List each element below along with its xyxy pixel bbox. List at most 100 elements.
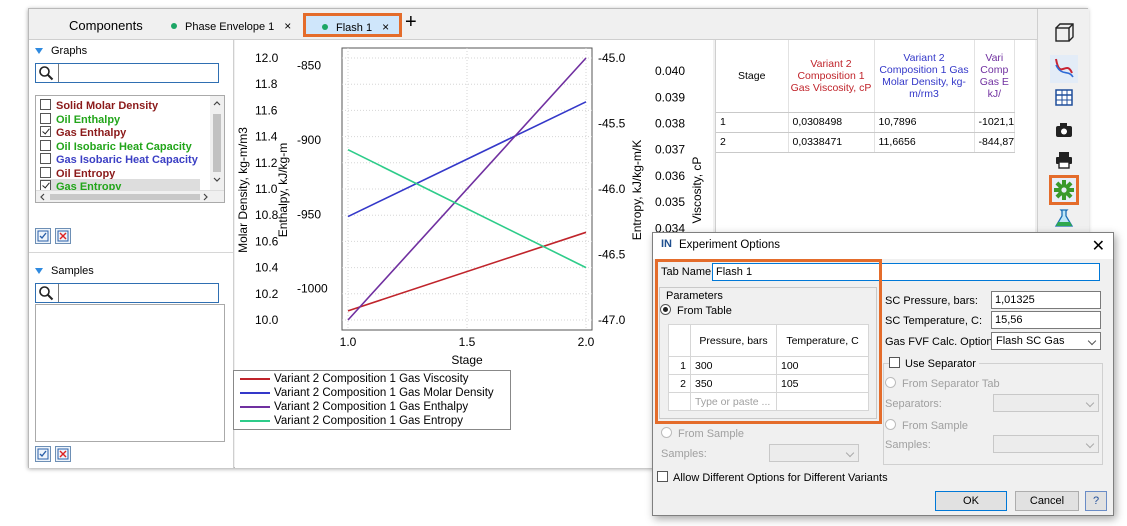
uncheck-all-button[interactable] xyxy=(55,228,71,244)
table-cell[interactable]: 2 xyxy=(716,132,789,153)
from-sample-radio[interactable]: From Sample xyxy=(661,427,744,440)
from-sample-right-radio[interactable]: From Sample xyxy=(885,419,968,432)
column-header-pressure[interactable]: Pressure, bars xyxy=(690,324,777,357)
y-tick-label: -850 xyxy=(297,59,321,73)
search-input[interactable] xyxy=(58,64,218,82)
new-row-placeholder[interactable]: Type or paste ... xyxy=(690,392,777,411)
uncheck-all-icon xyxy=(57,448,69,460)
3d-view-button[interactable] xyxy=(1050,21,1078,49)
fvf-options-select[interactable]: Flash SC Gas xyxy=(991,332,1101,350)
y-axis-label-molar-density: Molar Density, kg-m/m3 xyxy=(236,127,250,253)
dialog-titlebar: IN Experiment Options ✕ xyxy=(653,233,1113,259)
list-hscrollbar[interactable] xyxy=(36,190,224,202)
column-header-enthalpy[interactable]: Vari Comp Gas E kJ/ xyxy=(974,40,1016,113)
checkbox-icon[interactable] xyxy=(40,153,51,164)
y-tick-label: -1000 xyxy=(297,282,328,296)
y-tick-label: 0.040 xyxy=(655,64,685,78)
close-tab-icon[interactable]: × xyxy=(382,20,389,34)
from-sample-right-label: From Sample xyxy=(902,420,969,432)
from-separator-tab-radio[interactable]: From Separator Tab xyxy=(885,377,1000,390)
temperature-cell[interactable]: 100 xyxy=(776,356,869,375)
samples-right-select[interactable] xyxy=(993,435,1099,453)
samples-select[interactable] xyxy=(769,444,859,462)
cancel-button[interactable]: Cancel xyxy=(1015,491,1079,511)
legend-swatch xyxy=(240,419,270,422)
snapshot-button[interactable] xyxy=(1050,119,1078,147)
checkbox-icon[interactable] xyxy=(40,112,51,124)
graph-item-label: Oil Entropy xyxy=(56,167,116,180)
table-cell[interactable]: 0,0308498 xyxy=(788,112,875,133)
check-all-samples-button[interactable] xyxy=(35,446,51,462)
y-axis-label-entropy: Entropy, kJ/kg-m/K xyxy=(630,140,644,240)
table-cell[interactable]: 11,6656 xyxy=(874,132,975,153)
separators-select[interactable] xyxy=(993,394,1099,412)
table-row[interactable]: 1 0,0308498 10,7896 -1021,1 xyxy=(716,112,1016,133)
graphs-search[interactable] xyxy=(35,63,219,83)
cube-icon xyxy=(1055,23,1074,42)
table-cell[interactable]: 10,7896 xyxy=(874,112,975,133)
y-tick-label: 10.4 xyxy=(255,261,279,275)
radio-icon xyxy=(885,377,896,388)
table-row[interactable]: 1 300 100 xyxy=(668,356,869,375)
y-tick-label: 11.6 xyxy=(255,103,278,117)
table-view-button[interactable] xyxy=(1050,87,1078,115)
column-header-viscosity[interactable]: Variant 2 Composition 1 Gas Viscosity, c… xyxy=(788,40,875,113)
sc-pressure-input[interactable]: 1,01325 xyxy=(991,291,1101,309)
add-tab-button[interactable]: + xyxy=(405,11,417,33)
close-tab-icon[interactable]: × xyxy=(284,19,291,33)
table-cell[interactable]: -844,87 xyxy=(974,132,1016,153)
table-row[interactable]: 2 0,0338471 11,6656 -844,87 xyxy=(716,132,1016,153)
help-button[interactable]: ? xyxy=(1085,491,1107,511)
table-cell[interactable]: -1021,1 xyxy=(974,112,1016,133)
graphs-section-header[interactable]: Graphs xyxy=(29,42,87,60)
table-cell[interactable]: 1 xyxy=(716,112,789,133)
tab-flash[interactable]: Flash 1 × xyxy=(303,13,403,37)
flask-icon xyxy=(1054,209,1074,227)
y-tick-label: 0.037 xyxy=(655,143,685,157)
chevron-down-icon xyxy=(1085,398,1095,408)
list-scrollbar[interactable] xyxy=(210,96,224,202)
y-tick-label: -46.5 xyxy=(598,248,626,262)
x-tick-label: 1.0 xyxy=(340,335,357,349)
column-header-stage[interactable]: Stage xyxy=(716,40,789,113)
temperature-cell[interactable] xyxy=(776,392,869,411)
checkbox-icon[interactable] xyxy=(40,139,51,151)
close-icon[interactable]: ✕ xyxy=(1092,236,1105,256)
search-input[interactable] xyxy=(58,284,218,302)
tab-components[interactable]: Components xyxy=(69,15,143,37)
chart-view-button[interactable] xyxy=(1050,55,1078,83)
pressure-cell[interactable]: 350 xyxy=(690,374,777,393)
check-all-button[interactable] xyxy=(35,228,51,244)
legend-label: Variant 2 Composition 1 Gas Viscosity xyxy=(274,373,469,385)
tab-phase-envelope[interactable]: Phase Envelope 1 × xyxy=(171,15,291,37)
table-row-new[interactable]: Type or paste ... xyxy=(668,392,869,411)
y-tick-label: -900 xyxy=(297,133,321,147)
table-cell[interactable]: 0,0338471 xyxy=(788,132,875,153)
y-tick-label: 0.039 xyxy=(655,90,685,104)
samples-search[interactable] xyxy=(35,283,219,303)
temperature-cell[interactable]: 105 xyxy=(776,374,869,393)
checkbox-icon[interactable] xyxy=(40,99,51,110)
column-header-molar-density[interactable]: Variant 2 Composition 1 Gas Molar Densit… xyxy=(874,40,975,113)
table-row[interactable]: 2 350 105 xyxy=(668,374,869,393)
pressure-cell[interactable]: 300 xyxy=(690,356,777,375)
allow-different-options-checkbox[interactable]: Allow Different Options for Different Va… xyxy=(657,471,888,484)
uncheck-all-samples-button[interactable] xyxy=(55,446,71,462)
legend-item: Variant 2 Composition 1 Gas Viscosity xyxy=(240,373,469,386)
settings-button[interactable] xyxy=(1049,175,1079,205)
checkbox-icon[interactable] xyxy=(40,166,51,178)
print-button[interactable] xyxy=(1050,149,1078,177)
ok-button[interactable]: OK xyxy=(935,491,1007,511)
samples-section-header[interactable]: Samples xyxy=(29,262,94,280)
column-header-temperature[interactable]: Temperature, C xyxy=(776,324,869,357)
checkbox-icon[interactable] xyxy=(40,126,51,137)
collapse-triangle-icon xyxy=(35,48,43,55)
legend-item: Variant 2 Composition 1 Gas Entropy xyxy=(240,415,463,428)
check-all-icon xyxy=(37,448,49,460)
y-tick-label: -45.0 xyxy=(598,51,626,65)
legend-label: Variant 2 Composition 1 Gas Molar Densit… xyxy=(274,387,494,399)
use-separator-checkbox[interactable]: Use Separator xyxy=(889,357,979,370)
sc-temperature-input[interactable]: 15,56 xyxy=(991,311,1101,329)
from-table-radio[interactable]: From Table xyxy=(660,304,732,317)
experiment-button[interactable] xyxy=(1050,207,1078,235)
